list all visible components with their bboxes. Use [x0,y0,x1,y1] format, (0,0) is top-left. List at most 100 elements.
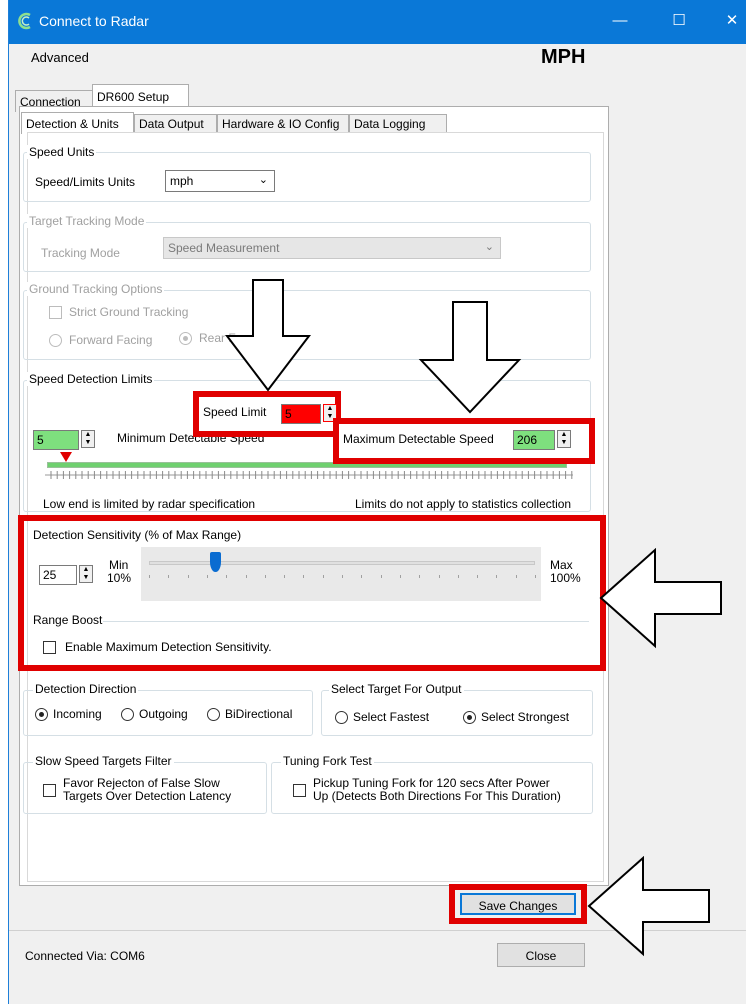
direction-bidirectional-label: BiDirectional [225,707,293,721]
speed-note-left: Low end is limited by radar specificatio… [43,497,256,511]
range-boost-divider [103,621,589,622]
direction-bidirectional-radio[interactable] [207,708,220,721]
down-arrow-icon [224,279,312,392]
tracking-mode-select[interactable]: Speed Measurement ⌄ [163,237,501,259]
ground-tracking-legend: Ground Tracking Options [27,282,165,296]
sensitivity-tick [457,575,459,578]
max-speed-spinner[interactable]: ▲ ▼ [557,430,571,448]
tracking-mode-label: Tracking Mode [41,246,120,260]
units-badge: MPH [541,46,586,68]
direction-incoming-radio[interactable] [35,708,48,721]
sensitivity-tick [515,575,517,578]
minimize-button[interactable]: — [605,8,635,34]
strict-ground-label: Strict Ground Tracking [69,305,189,319]
app-logo-icon [18,12,31,30]
forward-facing-radio[interactable] [49,334,62,347]
close-button[interactable]: Close [497,943,585,967]
save-changes-button[interactable]: Save Changes [460,893,576,915]
max-sensitivity-label: Enable Maximum Detection Sensitivity. [65,640,272,654]
sensitivity-tick [477,575,479,578]
select-strongest-radio[interactable] [463,711,476,724]
rear-facing-radio[interactable] [179,332,192,345]
speed-units-label: Speed/Limits Units [35,175,136,189]
tuning-fork-checkbox[interactable] [293,784,306,797]
tuning-fork-label-line2: Up (Detects Both Directions For This Dur… [313,789,561,803]
forward-facing-label: Forward Facing [69,333,153,347]
sensitivity-slider-thumb[interactable] [209,552,221,572]
max-speed-label: Maximum Detectable Speed [343,432,494,446]
max-speed-input[interactable]: 206 [513,430,555,450]
sensitivity-tick [168,575,170,578]
sensitivity-min-pct: 10% [107,571,132,585]
speed-units-value: mph [170,174,194,188]
sensitivity-tick [284,575,286,578]
direction-outgoing-radio[interactable] [121,708,134,721]
strict-ground-checkbox[interactable] [49,306,62,319]
sensitivity-tick [187,575,189,578]
left-arrow-icon [587,856,710,957]
chevron-down-icon: ⌄ [484,241,494,253]
title-bar[interactable]: Connect to Radar — ☐ ✕ [9,0,746,44]
sensitivity-tick [496,575,498,578]
sensitivity-tick [438,575,440,578]
sensitivity-tick [342,575,343,578]
sensitivity-tick [245,575,247,578]
sensitivity-tick [399,575,401,578]
speed-range-ticks [45,471,573,479]
sensitivity-slider-area[interactable] [141,547,541,601]
maximize-button[interactable]: ☐ [664,8,694,34]
speed-units-select[interactable]: mph ⌄ [165,170,275,192]
target-output-legend: Select Target For Output [329,682,464,696]
left-arrow-icon [599,548,722,649]
sensitivity-min-label: Min [109,558,129,572]
sensitivity-tick [380,575,382,578]
sensitivity-tick [149,575,150,578]
speed-limit-input[interactable]: 5 [281,404,321,424]
chevron-down-icon: ⌄ [258,174,268,186]
select-fastest-radio[interactable] [335,711,348,724]
min-speed-input[interactable]: 5 [33,430,79,450]
direction-incoming-label: Incoming [53,707,102,721]
sensitivity-tick [361,575,363,578]
target-tracking-legend: Target Tracking Mode [27,214,147,228]
tab-data-logging[interactable]: Data Logging [349,114,447,134]
tab-hardware-io[interactable]: Hardware & IO Config [217,114,349,134]
slow-filter-label-line2: Targets Over Detection Latency [63,789,232,803]
sensitivity-max-label: Max [550,558,573,572]
max-sensitivity-checkbox[interactable] [43,641,56,654]
tuning-fork-label: Pickup Tuning Fork for 120 secs After Po… [313,777,561,803]
connected-via-status: Connected Via: COM6 [25,949,145,963]
sensitivity-tick [206,575,208,578]
sensitivity-tick [535,575,536,578]
sensitivity-tick [419,575,421,578]
sensitivity-tick [264,575,266,578]
slow-filter-legend: Slow Speed Targets Filter [33,754,174,768]
down-arrow-icon [418,301,522,414]
speed-limit-label: Speed Limit [203,405,267,419]
tracking-mode-value: Speed Measurement [168,241,280,255]
close-window-button[interactable]: ✕ [717,8,746,34]
sensitivity-legend: Detection Sensitivity (% of Max Range) [33,528,242,542]
range-boost-legend: Range Boost [33,613,103,627]
direction-legend: Detection Direction [33,682,139,696]
min-speed-spinner[interactable]: ▲ ▼ [81,430,95,448]
sensitivity-input[interactable]: 25 [39,565,77,585]
slow-filter-checkbox[interactable] [43,784,56,797]
speed-limits-legend: Speed Detection Limits [27,372,155,386]
slow-filter-label: Favor Rejecton of False Slow Targets Ove… [63,777,231,803]
sensitivity-tick [226,575,228,578]
sensitivity-tick [322,575,324,578]
sensitivity-tick [303,575,305,578]
sensitivity-max-pct: 100% [550,571,581,585]
tab-data-output[interactable]: Data Output [134,114,217,134]
select-fastest-label: Select Fastest [353,710,430,724]
select-strongest-label: Select Strongest [481,710,570,724]
tab-detection-units[interactable]: Detection & Units [21,112,134,134]
min-speed-slider-thumb[interactable] [60,452,72,464]
radar-window: Connect to Radar — ☐ ✕ Advanced MPH Conn… [8,0,746,1004]
tuning-fork-legend: Tuning Fork Test [281,754,374,768]
speed-units-legend: Speed Units [27,145,97,159]
sensitivity-track[interactable] [149,561,535,565]
sensitivity-spinner[interactable]: ▲ ▼ [79,565,93,583]
menu-advanced[interactable]: Advanced [31,50,89,65]
